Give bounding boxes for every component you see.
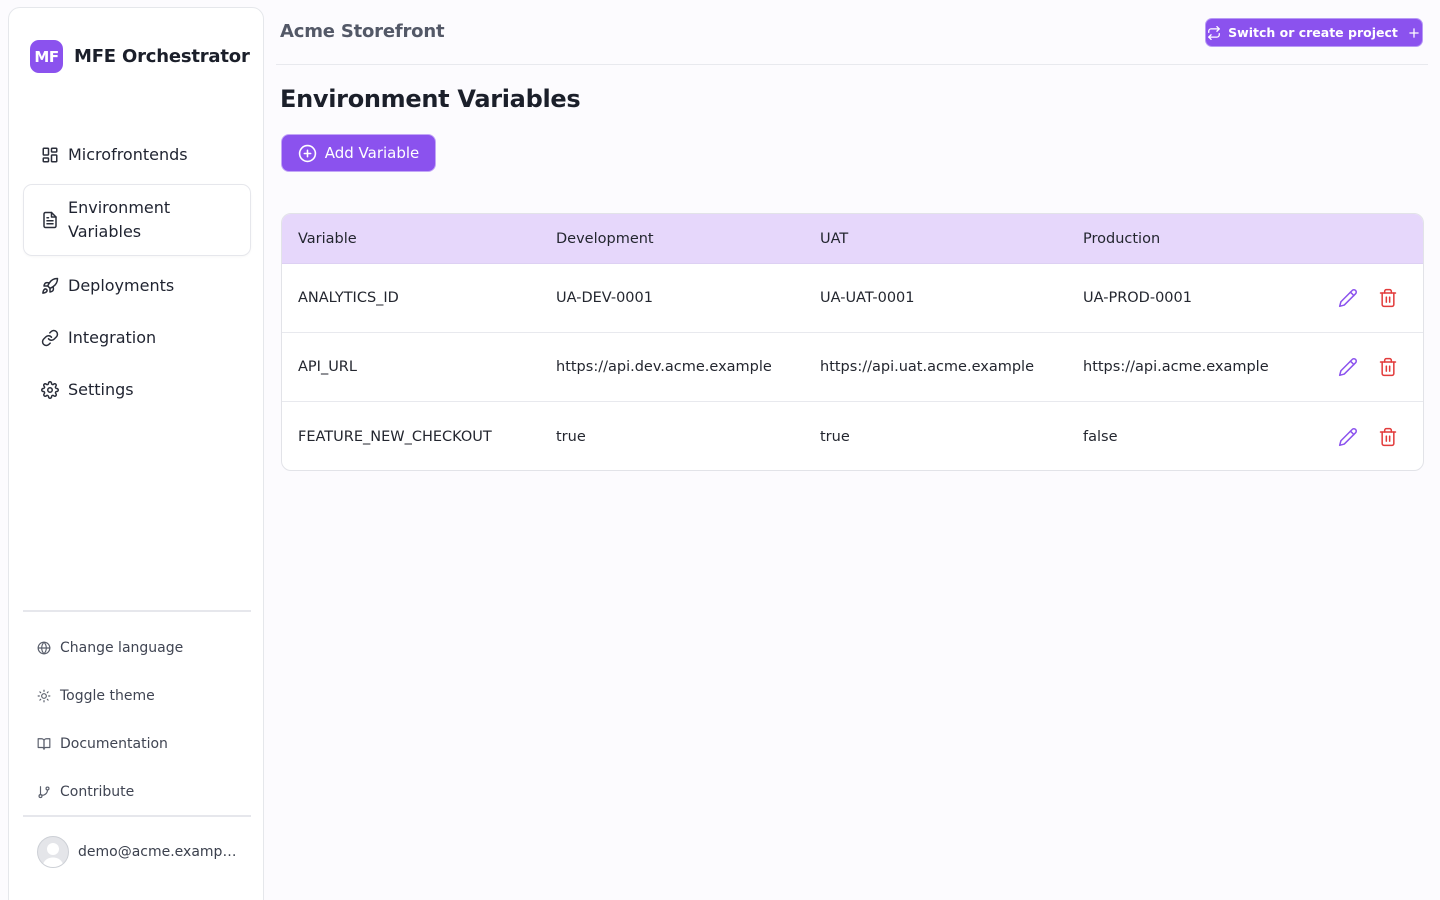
table-row: ANALYTICS_ID UA-DEV-0001 UA-UAT-0001 UA-… — [282, 264, 1423, 333]
switch-project-button[interactable]: Switch or create project — [1205, 18, 1423, 47]
book-open-icon — [37, 737, 51, 751]
table-row: FEATURE_NEW_CHECKOUT true true false — [282, 402, 1423, 470]
avatar — [37, 836, 69, 868]
toggle-theme-label: Toggle theme — [60, 688, 155, 704]
development-value: UA-DEV-0001 — [556, 290, 653, 306]
brand[interactable]: MF MFE Orchestrator — [30, 40, 250, 73]
toggle-theme-button[interactable]: Toggle theme — [23, 672, 251, 720]
table-header: Variable Development UAT Production — [282, 214, 1423, 264]
gear-icon — [41, 380, 59, 399]
edit-icon[interactable] — [1338, 288, 1358, 308]
git-branch-icon — [37, 785, 51, 799]
user-email: demo@acme.example.com — [78, 844, 238, 860]
uat-value: https://api.uat.acme.example — [820, 359, 1034, 375]
variable-name: ANALYTICS_ID — [298, 290, 399, 306]
documentation-label: Documentation — [60, 736, 168, 752]
table-row: API_URL https://api.dev.acme.example htt… — [282, 333, 1423, 402]
plus-circle-icon — [298, 144, 317, 163]
production-value: https://api.acme.example — [1083, 359, 1269, 375]
edit-icon[interactable] — [1338, 427, 1358, 447]
grid-icon — [41, 146, 59, 164]
env-variables-table: Variable Development UAT Production ANAL… — [281, 213, 1424, 471]
brand-name: MFE Orchestrator — [74, 46, 250, 67]
repeat-icon — [1207, 25, 1221, 40]
sidebar-divider — [23, 815, 251, 817]
column-header-development: Development — [556, 230, 654, 247]
trash-icon[interactable] — [1378, 288, 1398, 308]
sidebar-utilities: Change language Toggle theme Documentati… — [23, 624, 251, 816]
development-value: true — [556, 428, 586, 445]
trash-icon[interactable] — [1378, 427, 1398, 447]
production-value: false — [1083, 428, 1118, 445]
switch-project-label: Switch or create project — [1228, 25, 1398, 40]
sidebar-item-deployments[interactable]: Deployments — [23, 263, 251, 308]
sidebar-item-label: Microfrontends — [68, 144, 188, 164]
sun-icon — [37, 689, 51, 703]
page-title: Environment Variables — [280, 85, 581, 113]
brand-logo: MF — [30, 40, 63, 73]
file-text-icon — [41, 211, 59, 229]
globe-icon — [37, 641, 51, 655]
sidebar: MF MFE Orchestrator Microfrontends Envir… — [8, 7, 264, 900]
production-value: UA-PROD-0001 — [1083, 290, 1192, 306]
plus-icon — [1407, 26, 1421, 40]
sidebar-item-environment-variables[interactable]: Environment Variables — [23, 184, 251, 256]
sidebar-item-label: Environment Variables — [68, 198, 171, 241]
link-icon — [41, 329, 59, 347]
sidebar-item-integration[interactable]: Integration — [23, 315, 251, 360]
uat-value: UA-UAT-0001 — [820, 290, 915, 306]
add-variable-button[interactable]: Add Variable — [281, 134, 436, 172]
variable-name: FEATURE_NEW_CHECKOUT — [298, 428, 492, 445]
contribute-label: Contribute — [60, 784, 135, 800]
development-value: https://api.dev.acme.example — [556, 359, 772, 375]
sidebar-divider — [23, 610, 251, 612]
edit-icon[interactable] — [1338, 357, 1358, 377]
sidebar-nav: Microfrontends Environment Variables Dep… — [23, 132, 251, 419]
contribute-link[interactable]: Contribute — [23, 768, 251, 816]
rocket-icon — [41, 277, 59, 295]
add-variable-label: Add Variable — [324, 144, 420, 162]
sidebar-item-settings[interactable]: Settings — [23, 367, 251, 412]
change-language-button[interactable]: Change language — [23, 624, 251, 672]
sidebar-item-label: Deployments — [68, 275, 175, 295]
trash-icon[interactable] — [1378, 357, 1398, 377]
column-header-production: Production — [1083, 230, 1161, 247]
variable-name: API_URL — [298, 359, 357, 375]
column-header-uat: UAT — [820, 230, 849, 247]
sidebar-item-label: Settings — [68, 379, 134, 399]
user-menu[interactable]: demo@acme.example.com — [37, 836, 238, 868]
sidebar-item-microfrontends[interactable]: Microfrontends — [23, 132, 251, 177]
column-header-variable: Variable — [298, 230, 357, 247]
sidebar-item-label: Integration — [68, 327, 157, 347]
header-divider — [276, 64, 1428, 65]
documentation-link[interactable]: Documentation — [23, 720, 251, 768]
change-language-label: Change language — [60, 640, 184, 656]
project-title: Acme Storefront — [280, 21, 445, 42]
uat-value: true — [820, 428, 850, 445]
